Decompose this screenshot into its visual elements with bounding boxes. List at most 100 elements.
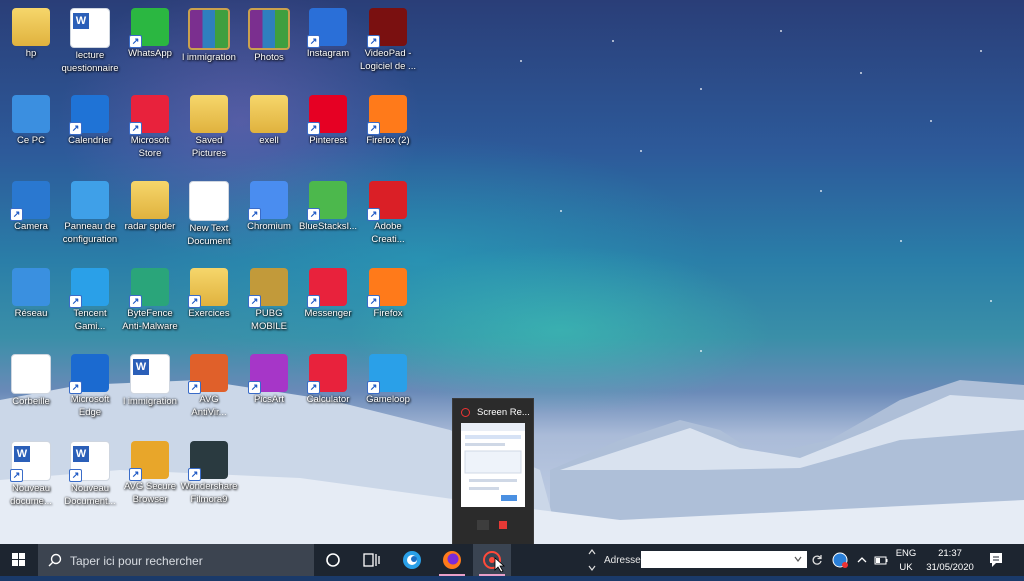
address-input[interactable] bbox=[641, 551, 807, 568]
desktop-icon[interactable]: ↗ Wondershare Filmora9 bbox=[178, 435, 240, 506]
folder-icon bbox=[131, 181, 169, 219]
search-icon bbox=[48, 553, 62, 567]
folder-icon bbox=[250, 95, 288, 133]
desktop-icon-label: Microsoft Edge bbox=[70, 394, 110, 418]
desktop-icon[interactable]: ↗ WhatsApp bbox=[119, 2, 181, 61]
shortcut-arrow-icon: ↗ bbox=[367, 122, 380, 135]
preview-thumbnail[interactable] bbox=[461, 423, 525, 507]
desktop-icon[interactable]: ↗ Firefox bbox=[357, 262, 419, 321]
desktop-icon-label: Réseau bbox=[14, 308, 48, 319]
desktop-icon[interactable]: ↗ Tencent Gami... bbox=[59, 262, 121, 333]
desktop-icon[interactable]: radar spider bbox=[119, 175, 181, 234]
word-document-icon bbox=[130, 354, 170, 394]
shortcut-arrow-icon: ↗ bbox=[307, 295, 320, 308]
desktop-icon[interactable]: ↗ Firefox (2) bbox=[357, 89, 419, 148]
chevron-down-icon[interactable] bbox=[793, 554, 803, 564]
desktop-icon-label: PicsArt bbox=[253, 394, 285, 405]
tencent-gaming-icon: ↗ bbox=[69, 268, 109, 308]
desktop-icon[interactable]: ↗ PicsArt bbox=[238, 348, 300, 407]
clock-time: 21:37 bbox=[938, 548, 962, 559]
shortcut-arrow-icon: ↗ bbox=[188, 295, 201, 308]
desktop-icon[interactable]: ↗ VideoPad - Logiciel de ... bbox=[357, 2, 419, 73]
preview-stop-button[interactable] bbox=[499, 521, 507, 529]
desktop-icon[interactable]: ↗ Messenger bbox=[297, 262, 359, 321]
desktop-icon-label: Camera bbox=[14, 221, 48, 232]
desktop-icon[interactable]: exell bbox=[238, 89, 300, 148]
task-view-icon bbox=[363, 553, 380, 567]
desktop-icon[interactable]: ↗ Gameloop bbox=[357, 348, 419, 407]
shortcut-arrow-icon: ↗ bbox=[367, 208, 380, 221]
toolbar-scroll-buttons[interactable] bbox=[586, 544, 598, 576]
screen-recorder-icon bbox=[461, 408, 470, 417]
desktop-icon[interactable]: hp bbox=[0, 2, 62, 61]
desktop-icon[interactable]: Photos bbox=[238, 2, 300, 65]
shortcut-arrow-icon: ↗ bbox=[69, 122, 82, 135]
desktop-icon-label: Saved Pictures bbox=[191, 135, 227, 159]
desktop-icon[interactable]: ↗ Instagram bbox=[297, 2, 359, 61]
clock[interactable]: 21:37 31/05/2020 bbox=[922, 548, 978, 573]
desktop-icon-label: Tencent Gami... bbox=[73, 308, 107, 332]
desktop-icon[interactable]: ↗ Exercices bbox=[178, 262, 240, 321]
desktop-icon-label: Nouveau Document... bbox=[64, 483, 116, 507]
screen-recorder-icon bbox=[483, 551, 506, 573]
desktop-icon[interactable]: ↗Nouveau Document... bbox=[59, 435, 121, 508]
desktop-icon-label: AVG AntiVir... bbox=[191, 394, 227, 418]
desktop-icon[interactable]: ↗ Calculator bbox=[297, 348, 359, 407]
notifications-button[interactable] bbox=[984, 550, 1008, 570]
taskbar-app-firefox[interactable] bbox=[433, 544, 471, 576]
task-view-button[interactable] bbox=[352, 544, 390, 576]
desktop-icon[interactable]: Saved Pictures bbox=[178, 89, 240, 160]
search-input[interactable]: Taper ici pour rechercher bbox=[38, 544, 314, 576]
calculator-icon: ↗ bbox=[307, 354, 347, 394]
videopad-icon: ↗ bbox=[367, 8, 407, 48]
desktop-icon[interactable]: ↗ Pinterest bbox=[297, 89, 359, 148]
desktop-icon[interactable]: ↗ Chromium bbox=[238, 175, 300, 234]
desktop-icon[interactable]: Réseau bbox=[0, 262, 62, 321]
show-hidden-icons-button[interactable] bbox=[854, 552, 870, 568]
tray-app-icon[interactable] bbox=[830, 550, 850, 570]
word-document-icon: ↗ bbox=[69, 441, 110, 482]
taskbar-window-preview[interactable]: Screen Re... bbox=[452, 398, 534, 546]
desktop-icon[interactable]: ↗ AVG Secure Browser bbox=[119, 435, 181, 506]
taskbar-app-gameloop[interactable] bbox=[393, 544, 431, 576]
desktop-icon[interactable]: ↗ Microsoft Store bbox=[119, 89, 181, 160]
desktop-icon[interactable]: ↗ BlueStacksI... bbox=[297, 175, 359, 234]
desktop-icon-label: Firefox bbox=[373, 308, 403, 319]
desktop-icon[interactable]: ↗ Microsoft Edge bbox=[59, 348, 121, 419]
shortcut-arrow-icon: ↗ bbox=[10, 469, 23, 482]
word-document-icon: ↗ bbox=[10, 441, 51, 482]
desktop-icon-label: l immigration bbox=[182, 52, 236, 63]
language-region: UK bbox=[899, 562, 913, 573]
refresh-icon[interactable] bbox=[811, 554, 823, 566]
desktop-icon[interactable]: ↗ Adobe Creati... bbox=[357, 175, 419, 246]
network-icon bbox=[12, 268, 50, 306]
preview-pause-button[interactable] bbox=[477, 520, 489, 530]
taskbar-app-screen-recorder[interactable] bbox=[473, 544, 511, 576]
filmora-icon: ↗ bbox=[188, 441, 228, 481]
desktop-icon[interactable]: New Text Document bbox=[178, 175, 240, 248]
desktop-icon[interactable]: l immigration bbox=[178, 2, 240, 65]
cortana-button[interactable] bbox=[314, 544, 352, 576]
desktop-icon[interactable]: l immigration bbox=[119, 348, 181, 409]
shortcut-arrow-icon: ↗ bbox=[129, 35, 142, 48]
folder-icon bbox=[190, 95, 228, 133]
desktop-icon[interactable]: ↗ AVG AntiVir... bbox=[178, 348, 240, 419]
battery-button[interactable] bbox=[873, 552, 889, 568]
desktop-icon[interactable]: ↗ PUBG MOBILE bbox=[238, 262, 300, 333]
desktop-icon[interactable]: Panneau de configuration bbox=[59, 175, 121, 246]
language-indicator[interactable]: ENG UK bbox=[893, 548, 919, 573]
desktop-icon[interactable]: Corbeille bbox=[0, 348, 62, 409]
messenger-icon: ↗ bbox=[307, 268, 347, 308]
desktop-icon[interactable]: lecture questionnaire bbox=[59, 2, 121, 75]
start-button[interactable] bbox=[0, 544, 38, 576]
desktop-icon-label: Firefox (2) bbox=[366, 135, 410, 146]
shortcut-arrow-icon: ↗ bbox=[248, 381, 261, 394]
desktop-icon[interactable]: ↗Nouveau docume... bbox=[0, 435, 62, 508]
desktop-icon[interactable]: ↗ Camera bbox=[0, 175, 62, 234]
desktop-icon[interactable]: ↗ ByteFence Anti-Malware bbox=[119, 262, 181, 333]
desktop-icon-label: Calculator bbox=[306, 394, 350, 405]
desktop-icon[interactable]: Ce PC bbox=[0, 89, 62, 148]
shortcut-arrow-icon: ↗ bbox=[69, 295, 82, 308]
desktop-icon[interactable]: ↗ Calendrier bbox=[59, 89, 121, 148]
desktop-icon-label: Calendrier bbox=[68, 135, 112, 146]
